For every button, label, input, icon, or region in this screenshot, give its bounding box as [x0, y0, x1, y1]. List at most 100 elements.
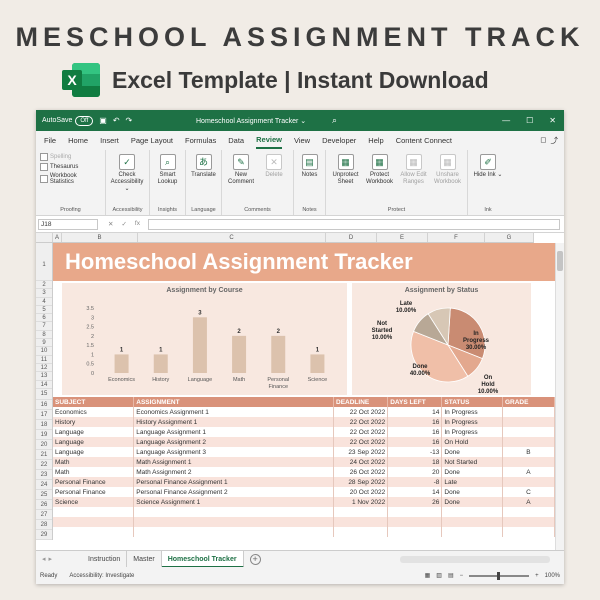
horizontal-scrollbar[interactable] [400, 555, 550, 563]
table-cell[interactable]: Personal Finance [53, 487, 135, 497]
table-cell[interactable] [502, 517, 556, 527]
table-cell[interactable] [133, 517, 334, 527]
table-cell[interactable]: 22 Oct 2022 [333, 417, 389, 427]
zoom-slider[interactable] [469, 571, 530, 580]
row-header[interactable]: 8 [36, 331, 52, 340]
row-header[interactable]: 15 [36, 389, 52, 400]
row-header[interactable]: 4 [36, 298, 52, 306]
spelling-button[interactable]: Spelling [40, 153, 101, 161]
table-cell[interactable]: 14 [387, 487, 443, 497]
row-header[interactable]: 12 [36, 364, 52, 373]
bar-chart-card[interactable]: Assignment by Course 0 0.5 1 1.5 2 2.5 3 3.5 1 Ec… [62, 283, 347, 395]
row-header[interactable]: 26 [36, 500, 52, 510]
table-header-cell[interactable]: DAYS LEFT [387, 397, 443, 407]
table-cell[interactable]: Math [53, 457, 135, 467]
unprotect-sheet-button[interactable]: ▦ Unprotect Sheet [330, 152, 361, 213]
hide-ink-button[interactable]: ✐ Hide Ink ⌄ [472, 152, 504, 213]
column-header-f[interactable]: F [428, 233, 485, 242]
scroll-thumb[interactable] [557, 251, 563, 271]
unshare-workbook-button[interactable]: ▦ Unshare Workbook [432, 152, 463, 213]
table-header-cell[interactable]: DEADLINE [333, 397, 389, 407]
column-header-c[interactable]: C [138, 233, 326, 242]
tab-formulas[interactable]: Formulas [185, 133, 216, 148]
column-header-a[interactable]: A [53, 233, 62, 242]
row-header[interactable]: 9 [36, 339, 52, 348]
row-header[interactable]: 5 [36, 306, 52, 315]
new-comment-button[interactable]: ✎ New Comment [226, 152, 256, 213]
table-cell[interactable]: 14 [387, 407, 443, 417]
sheet-tab-master[interactable]: Master [127, 550, 162, 568]
row-header[interactable]: 11 [36, 356, 52, 364]
table-cell[interactable] [53, 527, 135, 537]
table-cell[interactable] [502, 417, 556, 427]
row-header[interactable]: 2 [36, 281, 52, 290]
table-cell[interactable]: In Progress [441, 417, 503, 427]
row-header[interactable]: 27 [36, 510, 52, 520]
delete-comment-button[interactable]: ✕ Delete [259, 152, 289, 213]
undo-icon[interactable]: ↶ [113, 116, 120, 125]
table-cell[interactable]: Science Assignment 1 [133, 497, 334, 507]
tab-help[interactable]: Help [368, 133, 383, 148]
table-cell[interactable]: 22 Oct 2022 [333, 407, 389, 417]
row-header[interactable]: 19 [36, 430, 52, 440]
table-cell[interactable]: -8 [387, 477, 443, 487]
tab-content-connect[interactable]: Content Connect [396, 133, 452, 148]
table-cell[interactable]: Language [53, 427, 135, 437]
table-cell[interactable]: Math Assignment 2 [133, 467, 334, 477]
bar[interactable] [271, 335, 286, 373]
table-cell[interactable]: In Progress [441, 407, 503, 417]
share-icon[interactable]: ⤴ [551, 132, 559, 149]
tab-review[interactable]: Review [256, 132, 282, 149]
table-cell[interactable]: Done [441, 497, 503, 507]
table-cell[interactable] [133, 507, 334, 517]
row-header[interactable]: 18 [36, 420, 52, 430]
normal-view-icon[interactable]: ▦ [425, 572, 431, 579]
check-accessibility-button[interactable]: ✓ Check Accessibility ⌄ [110, 152, 144, 213]
zoom-level[interactable]: 100% [545, 573, 560, 579]
column-header-b[interactable]: B [62, 233, 138, 242]
page-break-icon[interactable]: ▤ [448, 572, 454, 579]
row-header[interactable]: 24 [36, 480, 52, 490]
zoom-out-icon[interactable]: − [460, 573, 464, 579]
row-header[interactable]: 20 [36, 440, 52, 450]
table-cell[interactable] [133, 527, 334, 537]
table-cell[interactable]: 1 Nov 2022 [333, 497, 389, 507]
table-header-cell[interactable]: SUBJECT [53, 397, 135, 407]
table-cell[interactable]: 22 Oct 2022 [333, 437, 389, 447]
minimize-icon[interactable]: — [502, 116, 510, 125]
table-cell[interactable]: 26 [387, 497, 443, 507]
bar[interactable] [192, 317, 207, 373]
table-cell[interactable]: Language Assignment 3 [133, 447, 334, 457]
column-header-d[interactable]: D [326, 233, 377, 242]
table-cell[interactable]: Late [441, 477, 503, 487]
table-cell[interactable]: Language Assignment 1 [133, 427, 334, 437]
table-cell[interactable]: 16 [387, 427, 443, 437]
table-cell[interactable]: 20 Oct 2022 [333, 487, 389, 497]
table-cell[interactable] [502, 477, 556, 487]
row-header[interactable]: 17 [36, 410, 52, 420]
sheet-nav-arrows-icon[interactable]: ◂▸ [36, 555, 82, 563]
table-cell[interactable]: Economics [53, 407, 135, 417]
table-cell[interactable] [441, 507, 503, 517]
row-header[interactable]: 29 [36, 530, 52, 540]
enter-icon[interactable]: ✓ [121, 220, 126, 228]
table-cell[interactable]: History [53, 417, 135, 427]
table-cell[interactable] [441, 517, 503, 527]
row-header[interactable]: 23 [36, 470, 52, 480]
table-cell[interactable]: -13 [387, 447, 443, 457]
table-cell[interactable] [502, 507, 556, 517]
table-header-cell[interactable]: GRADE [502, 397, 556, 407]
table-cell[interactable]: In Progress [441, 427, 503, 437]
table-cell[interactable]: Economics Assignment 1 [133, 407, 334, 417]
table-cell[interactable]: 24 Oct 2022 [333, 457, 389, 467]
redo-icon[interactable]: ↷ [126, 116, 133, 125]
sheet-tab-instruction[interactable]: Instruction [82, 550, 128, 568]
tab-insert[interactable]: Insert [100, 133, 119, 148]
table-cell[interactable] [387, 517, 443, 527]
table-cell[interactable]: 22 Oct 2022 [333, 427, 389, 437]
table-cell[interactable]: On Hold [441, 437, 503, 447]
table-cell[interactable] [441, 527, 503, 537]
cancel-icon[interactable]: ✕ [108, 220, 113, 228]
maximize-icon[interactable]: ☐ [526, 116, 533, 125]
accessibility-status[interactable]: Accessibility: Investigate [69, 573, 134, 579]
